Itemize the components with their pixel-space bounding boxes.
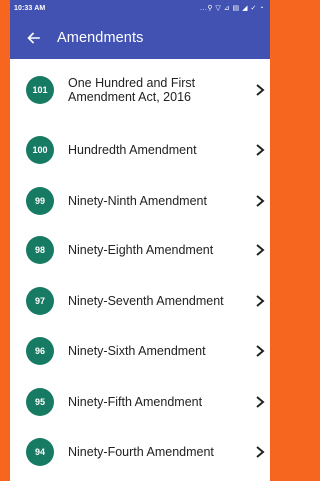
amendment-item-101[interactable]: 101 One Hundred and First Amendment Act,… <box>10 63 270 117</box>
amendment-item-96[interactable]: 96 Ninety-Sixth Amendment <box>10 324 270 378</box>
status-time: 10:33 AM <box>14 4 46 12</box>
amendment-item-97[interactable]: 97 Ninety-Seventh Amendment <box>10 274 270 328</box>
amendment-item-94[interactable]: 94 Ninety-Fourth Amendment <box>10 425 270 479</box>
amendment-item-100[interactable]: 100 Hundredth Amendment <box>10 123 270 177</box>
amendment-title: Ninety-Ninth Amendment <box>68 194 207 208</box>
amendment-title: Ninety-Fifth Amendment <box>68 395 203 409</box>
status-icons: ...⚲ ▽ ⊿ ▤ ◢ ✓ ◔ <box>200 5 264 12</box>
amendment-number-badge: 101 <box>26 76 54 104</box>
page-title: Amendments <box>57 29 144 46</box>
amendment-item-98[interactable]: 98 Ninety-Eighth Amendment <box>10 223 270 277</box>
amendment-title: Ninety-Fourth Amendment <box>68 445 214 459</box>
chevron-right-icon <box>253 445 267 459</box>
chevron-right-icon <box>253 395 267 409</box>
amendment-number-badge: 97 <box>26 287 54 315</box>
chevron-right-icon <box>253 143 267 157</box>
amendment-number-badge: 96 <box>26 337 54 365</box>
amendment-number-badge: 95 <box>26 388 54 416</box>
chevron-right-icon <box>253 194 267 208</box>
amendment-number-badge: 99 <box>26 187 54 215</box>
amendment-item-95[interactable]: 95 Ninety-Fifth Amendment <box>10 375 270 429</box>
amendment-title: One Hundred and First Amendment Act, 201… <box>68 76 196 104</box>
amendment-title: Ninety-Sixth Amendment <box>68 344 206 358</box>
phone-screen: 10:33 AM ...⚲ ▽ ⊿ ▤ ◢ ✓ ◔ Amendments 101… <box>10 0 270 481</box>
amendment-title: Ninety-Seventh Amendment <box>68 294 224 308</box>
status-bar: 10:33 AM ...⚲ ▽ ⊿ ▤ ◢ ✓ ◔ <box>10 0 270 16</box>
amendment-title: Ninety-Eighth Amendment <box>68 243 214 257</box>
amendment-number-badge: 98 <box>26 236 54 264</box>
chevron-right-icon <box>253 243 267 257</box>
amendment-title: Hundredth Amendment <box>68 143 197 157</box>
back-arrow-icon[interactable] <box>25 30 41 46</box>
chevron-right-icon <box>253 294 267 308</box>
amendment-number-badge: 94 <box>26 438 54 466</box>
app-bar: Amendments <box>10 16 270 59</box>
amendment-number-badge: 100 <box>26 136 54 164</box>
chevron-right-icon <box>253 344 267 358</box>
amendment-item-99[interactable]: 99 Ninety-Ninth Amendment <box>10 174 270 228</box>
chevron-right-icon <box>253 83 267 97</box>
